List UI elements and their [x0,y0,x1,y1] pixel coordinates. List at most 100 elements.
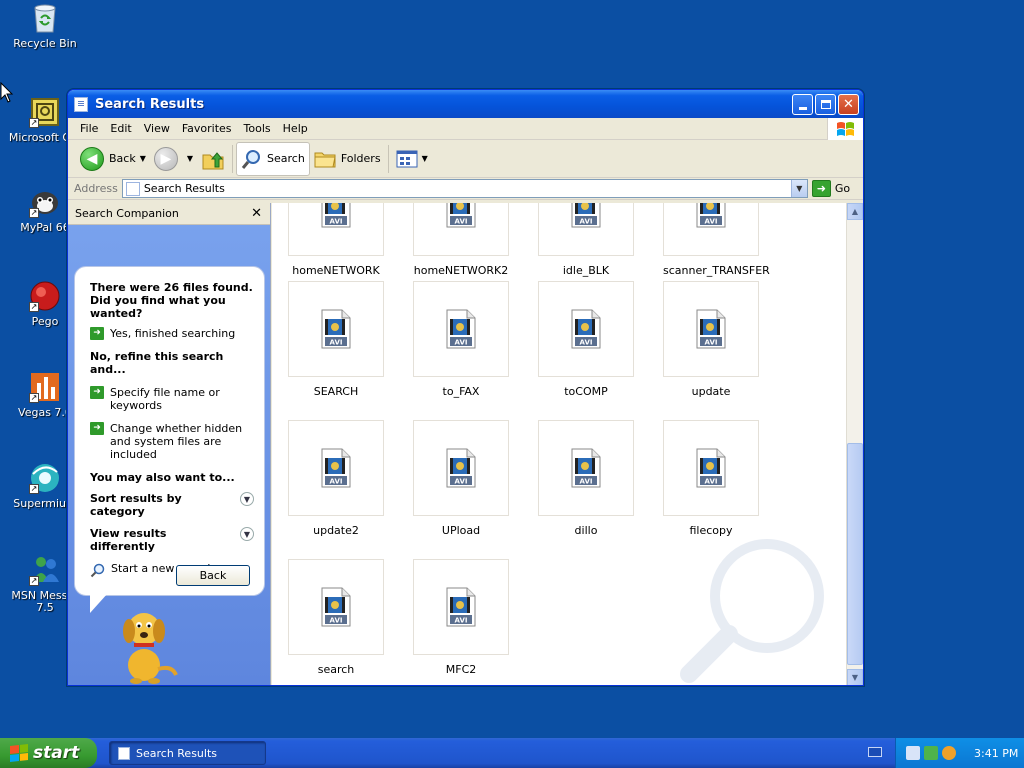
avi-video-file-icon: AVI [446,309,476,349]
svg-text:AVI: AVI [330,478,343,486]
msn-tray-icon[interactable] [924,746,938,760]
back-button[interactable]: ◀ Back ▼ [76,142,150,176]
address-dropdown-icon[interactable]: ▼ [790,180,807,197]
yes-finished-option[interactable]: ➜ Yes, finished searching [90,327,254,340]
go-button[interactable]: ➜ Go [811,180,850,197]
green-arrow-icon: ➜ [90,422,104,435]
chevron-down-icon[interactable]: ▼ [240,527,254,541]
menu-favorites[interactable]: Favorites [176,122,238,135]
sort-results-option[interactable]: Sort results by category ▼ [90,492,254,518]
file-thumbnail[interactable]: AVI [413,420,509,516]
address-label: Address [74,182,118,195]
file-item[interactable]: AVI homeNETWORK [288,203,384,277]
view-results-option[interactable]: View results differently ▼ [90,527,254,553]
taskbar-clock[interactable]: 3:41 PM [974,747,1018,760]
folders-button[interactable]: Folders [310,142,385,176]
back-arrow-icon: ◀ [80,146,104,171]
option-label: Sort results by category [90,492,182,518]
file-item[interactable]: AVI update [663,281,759,398]
scroll-down-button[interactable]: ▼ [847,669,863,685]
svg-text:AVI: AVI [705,218,718,226]
forward-dropdown-icon[interactable]: ▼ [187,154,193,163]
up-folder-button[interactable] [197,142,229,176]
search-companion-bubble: There were 26 files found. Did you find … [74,266,265,613]
file-item[interactable]: AVI toCOMP [538,281,634,398]
network-icon[interactable] [906,746,920,760]
menu-edit[interactable]: Edit [104,122,137,135]
close-companion-icon[interactable]: ✕ [251,206,262,221]
file-thumbnail[interactable]: AVI [663,420,759,516]
scroll-up-button[interactable]: ▲ [847,203,863,220]
vertical-scrollbar[interactable]: ▲ ▼ [846,203,863,685]
file-item[interactable]: AVI search [288,559,384,676]
magnifier-icon [90,563,105,578]
maximize-button[interactable] [815,94,836,115]
file-thumbnail[interactable]: AVI [538,281,634,377]
file-name: SEARCH [313,385,359,398]
close-button[interactable]: ✕ [838,94,859,115]
menu-view[interactable]: View [138,122,176,135]
companion-back-button[interactable]: Back [176,565,250,586]
menu-help[interactable]: Help [277,122,314,135]
toolbar-separator [232,144,234,173]
file-thumbnail[interactable]: AVI [413,203,509,256]
file-thumbnail[interactable]: AVI [413,281,509,377]
file-name: update [691,385,731,398]
menu-tools[interactable]: Tools [238,122,277,135]
avi-video-file-icon: AVI [571,203,601,228]
file-name: update2 [313,524,359,537]
menu-bar: File Edit View Favorites Tools Help [68,118,863,140]
file-item[interactable]: AVI MFC2 [413,559,509,676]
shortcut-arrow-icon: ↗ [29,118,39,128]
svg-text:AVI: AVI [580,478,593,486]
start-button[interactable]: start [0,738,97,768]
file-thumbnail[interactable]: AVI [663,203,759,256]
search-companion-title: Search Companion [75,207,179,220]
svg-text:AVI: AVI [330,617,343,625]
file-item[interactable]: AVI dillo [538,420,634,537]
file-thumbnail[interactable]: AVI [288,559,384,655]
chevron-down-icon[interactable]: ▼ [240,492,254,506]
windows-logo-icon [827,118,863,140]
avi-video-file-icon: AVI [696,309,726,349]
avi-video-file-icon: AVI [446,448,476,488]
window-titlebar[interactable]: Search Results ✕ [68,90,863,118]
file-item[interactable]: AVI scanner_TRANSFER [663,203,770,277]
back-dropdown-icon[interactable]: ▼ [140,154,146,163]
file-item[interactable]: AVI update2 [288,420,384,537]
taskbar-item-search-results[interactable]: Search Results [109,741,266,765]
desktop-icon-recycle-bin[interactable]: Recycle Bin [5,2,85,50]
forward-button[interactable]: ▶ ▼ [150,142,197,176]
address-input[interactable]: Search Results ▼ [121,179,808,198]
menu-file[interactable]: File [74,122,104,135]
desktop-icon-label: Recycle Bin [13,37,77,50]
file-thumbnail[interactable]: AVI [413,559,509,655]
avi-video-file-icon: AVI [696,448,726,488]
green-arrow-icon: ➜ [90,386,104,399]
address-value: Search Results [143,182,225,195]
file-item[interactable]: AVI homeNETWORK2 [413,203,509,277]
scroll-thumb[interactable] [847,443,863,665]
file-item[interactable]: AVI UPload [413,420,509,537]
views-button[interactable]: ▼ [392,142,432,176]
search-button[interactable]: Search [236,141,310,176]
search-tray-icon[interactable] [942,746,956,760]
file-thumbnail[interactable]: AVI [663,281,759,377]
file-item[interactable]: AVI idle_BLK [538,203,634,277]
file-thumbnail[interactable]: AVI [288,203,384,256]
file-thumbnail[interactable]: AVI [288,420,384,516]
keyboard-language-icon[interactable] [868,747,882,757]
specify-file-name-option[interactable]: ➜ Specify file name or keywords [90,386,254,412]
minimize-button[interactable] [792,94,813,115]
files-found-message: There were 26 files found. Did you find … [90,281,253,320]
file-thumbnail[interactable]: AVI [538,203,634,256]
file-item[interactable]: AVI filecopy [663,420,759,537]
search-companion-header: Search Companion ✕ [68,203,270,225]
file-name: MFC2 [445,663,477,676]
file-thumbnail[interactable]: AVI [538,420,634,516]
file-item[interactable]: AVI SEARCH [288,281,384,398]
hidden-files-option[interactable]: ➜ Change whether hidden and system files… [90,422,254,461]
back-label: Back [109,152,136,165]
file-item[interactable]: AVI to_FAX [413,281,509,398]
file-thumbnail[interactable]: AVI [288,281,384,377]
